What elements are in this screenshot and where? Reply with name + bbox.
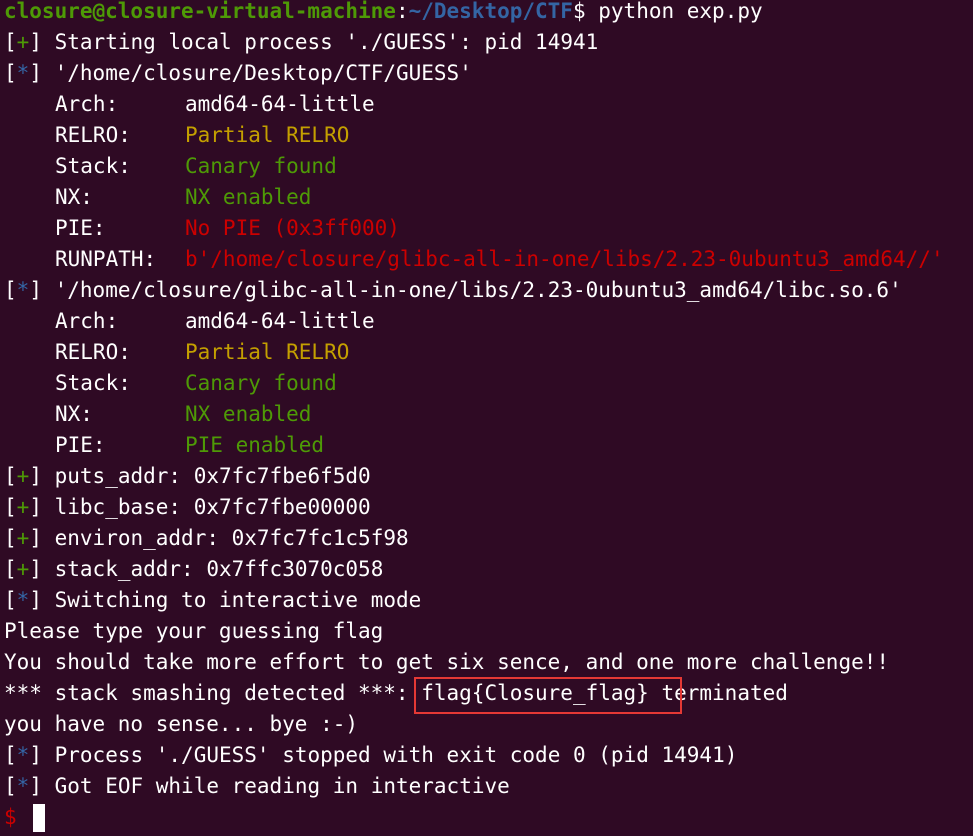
- log-line: [+] stack_addr: 0x7ffc3070c058: [4, 557, 384, 581]
- checksec-row: RELRO: Partial RELRO: [55, 123, 350, 147]
- log-line: [*] '/home/closure/glibc-all-in-one/libs…: [4, 278, 902, 302]
- output-line: Please type your guessing flag: [4, 619, 384, 643]
- log-line: [+] environ_addr: 0x7fc7fc1c5f98: [4, 526, 409, 550]
- checksec-row: PIE: PIE enabled: [55, 433, 325, 457]
- checksec-row: PIE: No PIE (0x3ff000): [55, 216, 400, 240]
- prompt-line: closure@closure-virtual-machine:~/Deskto…: [4, 0, 763, 27]
- plus-marker: +: [16, 495, 30, 519]
- checksec-row: Stack: Canary found: [55, 371, 337, 395]
- output-line: You should take more effort to get six s…: [4, 650, 890, 674]
- log-line: [*] Got EOF while reading in interactive: [4, 774, 510, 798]
- output-line: you have no sense... bye :-): [4, 712, 359, 736]
- input-line[interactable]: $: [4, 802, 45, 833]
- checksec-row: NX: NX enabled: [55, 402, 312, 426]
- log-line: [+] libc_base: 0x7fc7fbe00000: [4, 495, 371, 519]
- checksec-row: Arch: amd64-64-little: [55, 92, 375, 116]
- star-marker: *: [16, 61, 30, 85]
- prompt-command: python exp.py: [585, 0, 763, 23]
- log-line: [*] Process './GUESS' stopped with exit …: [4, 743, 738, 767]
- prompt-user-host: closure@closure-virtual-machine: [4, 0, 396, 23]
- prompt-path: ~/Desktop/CTF: [408, 0, 573, 23]
- plus-marker: +: [16, 557, 30, 581]
- plus-marker: +: [16, 526, 30, 550]
- star-marker: *: [16, 278, 30, 302]
- plus-marker: +: [16, 464, 30, 488]
- log-line: [*] '/home/closure/Desktop/CTF/GUESS': [4, 61, 472, 85]
- prompt-separator: :: [395, 0, 409, 23]
- checksec-row: RUNPATH: b'/home/closure/glibc-all-in-one…: [55, 247, 944, 271]
- star-marker: *: [16, 774, 30, 798]
- flag-highlight-box: [414, 677, 682, 714]
- text-cursor[interactable]: [32, 804, 45, 832]
- plus-marker: +: [16, 30, 30, 54]
- star-marker: *: [16, 588, 30, 612]
- final-prompt-symbol: $: [4, 805, 17, 829]
- checksec-row: NX: NX enabled: [55, 185, 312, 209]
- checksec-row: RELRO: Partial RELRO: [55, 340, 350, 364]
- checksec-row: Stack: Canary found: [55, 154, 337, 178]
- prompt-symbol: $: [572, 0, 586, 23]
- log-line: [+] puts_addr: 0x7fc7fbe6f5d0: [4, 464, 371, 488]
- checksec-row: Arch: amd64-64-little: [55, 309, 375, 333]
- log-line: [+] Starting local process './GUESS': pi…: [4, 30, 599, 54]
- terminal-window[interactable]: closure@closure-virtual-machine:~/Deskto…: [0, 0, 973, 836]
- star-marker: *: [16, 743, 30, 767]
- log-line: [*] Switching to interactive mode: [4, 588, 422, 612]
